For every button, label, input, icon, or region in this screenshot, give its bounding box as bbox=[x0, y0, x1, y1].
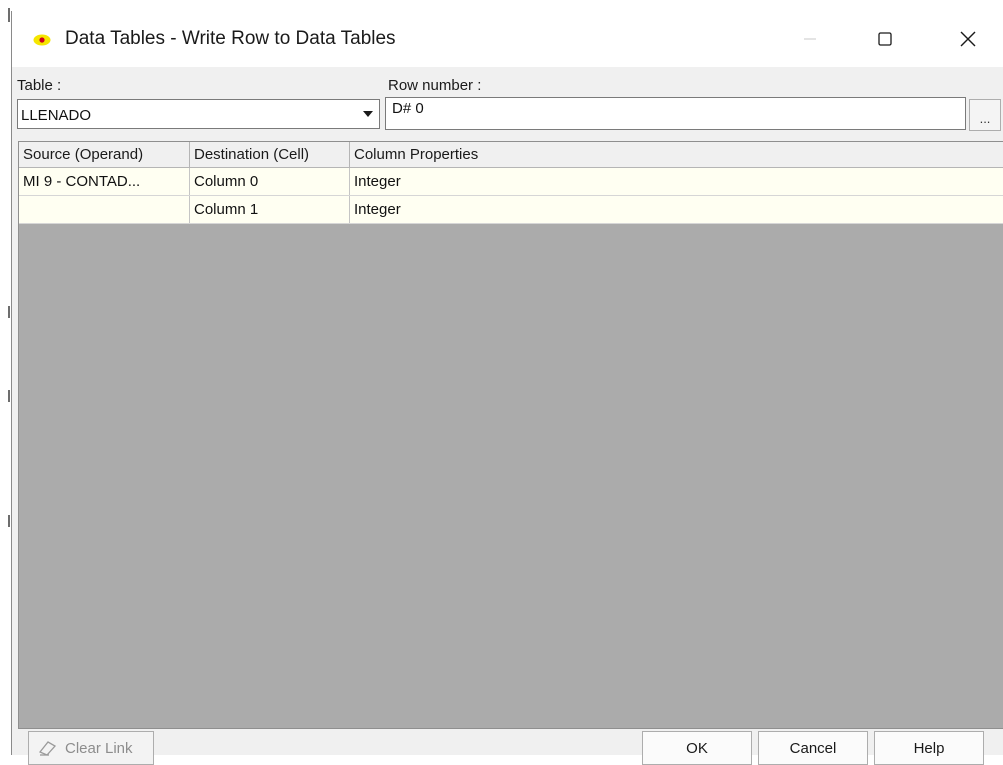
grid-header: Source (Operand) Destination (Cell) Colu… bbox=[19, 142, 1003, 168]
table-combobox-value: LLENADO bbox=[21, 107, 92, 124]
column-header-destination[interactable]: Destination (Cell) bbox=[190, 142, 350, 168]
eraser-icon bbox=[38, 741, 57, 756]
cell-source[interactable]: MI 9 - CONTAD... bbox=[19, 168, 190, 195]
maximize-icon bbox=[878, 32, 892, 46]
close-button[interactable] bbox=[938, 11, 998, 67]
table-label: Table : bbox=[17, 77, 62, 94]
title-bar[interactable]: Data Tables - Write Row to Data Tables bbox=[12, 11, 1003, 67]
data-table-app-icon bbox=[33, 31, 51, 49]
column-header-source[interactable]: Source (Operand) bbox=[19, 142, 190, 168]
cell-properties[interactable]: Integer bbox=[350, 168, 1003, 195]
cancel-button[interactable]: Cancel bbox=[758, 731, 868, 765]
help-button[interactable]: Help bbox=[874, 731, 984, 765]
clear-link-button[interactable]: Clear Link bbox=[28, 731, 154, 765]
row-number-label: Row number : bbox=[388, 77, 482, 94]
row-number-browse-button[interactable]: ... bbox=[969, 99, 1001, 131]
table-combobox[interactable]: LLENADO bbox=[17, 99, 380, 129]
table-row[interactable]: Column 1 Integer bbox=[19, 196, 1003, 224]
window-edge-mark bbox=[8, 306, 10, 318]
close-icon bbox=[960, 31, 976, 47]
minimize-button[interactable] bbox=[780, 11, 840, 67]
cell-destination[interactable]: Column 0 bbox=[190, 168, 350, 195]
ok-button[interactable]: OK bbox=[642, 731, 752, 765]
row-number-input[interactable] bbox=[385, 97, 966, 130]
cell-source[interactable] bbox=[19, 196, 190, 223]
table-row[interactable]: MI 9 - CONTAD... Column 0 Integer bbox=[19, 168, 1003, 196]
data-grid[interactable]: Source (Operand) Destination (Cell) Colu… bbox=[18, 141, 1003, 729]
window-title: Data Tables - Write Row to Data Tables bbox=[65, 28, 396, 49]
minimize-icon bbox=[804, 38, 816, 40]
dialog-window: Data Tables - Write Row to Data Tables T… bbox=[11, 11, 1003, 765]
window-edge-mark bbox=[8, 390, 10, 402]
clear-link-label: Clear Link bbox=[65, 739, 133, 757]
window-edge-mark bbox=[8, 515, 10, 527]
dropdown-arrow-icon[interactable] bbox=[358, 101, 378, 127]
column-header-properties[interactable]: Column Properties bbox=[350, 142, 1003, 168]
cell-properties[interactable]: Integer bbox=[350, 196, 1003, 223]
cell-destination[interactable]: Column 1 bbox=[190, 196, 350, 223]
maximize-button[interactable] bbox=[855, 11, 915, 67]
window-edge-mark bbox=[8, 8, 10, 22]
